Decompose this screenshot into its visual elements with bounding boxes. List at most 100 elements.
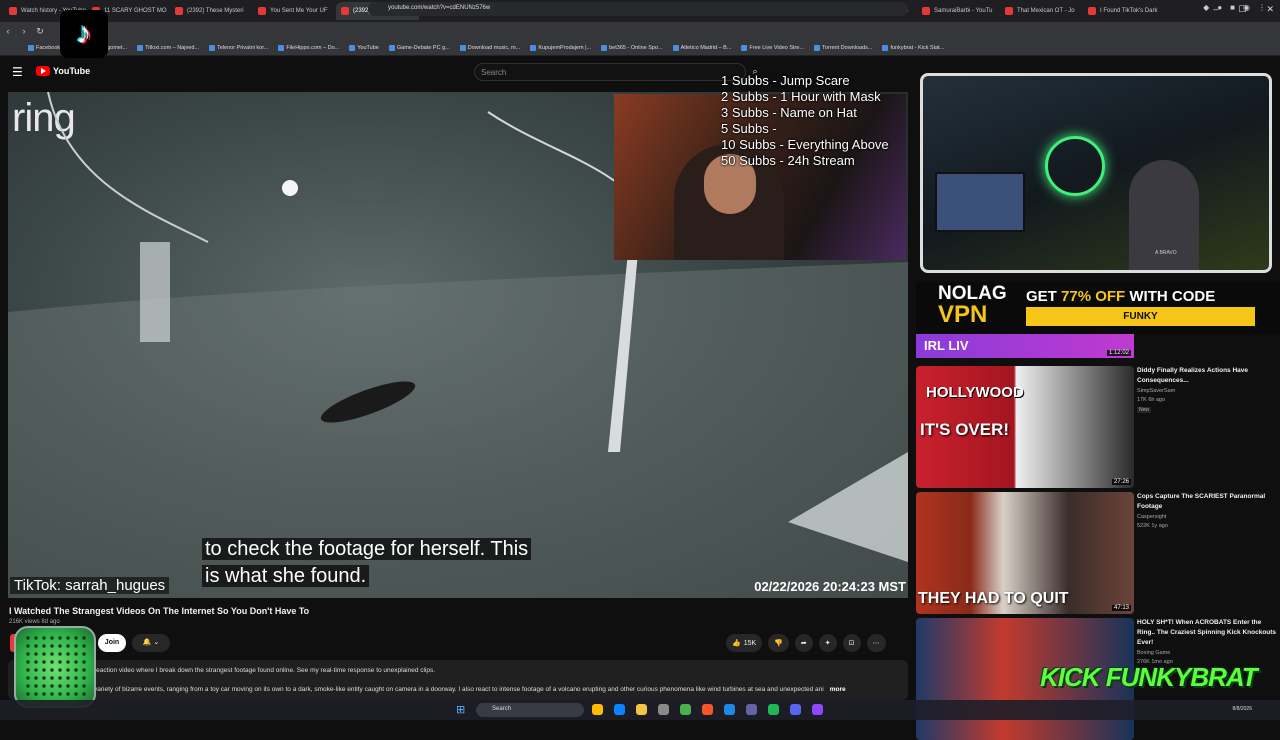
video-duration: 27:26 — [1111, 479, 1131, 485]
back-icon[interactable]: ‹ — [0, 26, 16, 36]
bookmark-item[interactable]: FileHippo.com – Do... — [278, 44, 339, 51]
windows-start-icon[interactable]: ⊞ — [456, 703, 465, 716]
like-button[interactable]: 👍 15K — [726, 634, 763, 652]
teams-icon[interactable] — [746, 704, 757, 715]
taskbar-search-label: Search — [492, 706, 512, 712]
bookmark-item[interactable]: YouTube — [349, 44, 379, 51]
vpn-logo-line2: VPN — [938, 301, 988, 328]
url-text: youtube.com/watch?v=cdENUNz576w — [388, 5, 491, 11]
brave-icon[interactable] — [702, 704, 713, 715]
menu-icon[interactable]: ⋮ — [1258, 3, 1266, 12]
video-duration: 1:12:02 — [1106, 350, 1131, 356]
bookmark-favicon-icon — [208, 44, 215, 51]
profile-icon[interactable]: ◉ — [1243, 3, 1250, 12]
share-button[interactable]: ➦ — [794, 634, 813, 652]
store-icon[interactable] — [658, 704, 669, 715]
camera-timestamp: 02/22/2026 20:24:23 MST — [754, 579, 906, 594]
bookmark-item[interactable]: KupujemProdajem |... — [530, 44, 592, 51]
youtube-favicon-icon — [341, 7, 349, 15]
clip-button[interactable]: ✦ — [818, 634, 837, 652]
more-link[interactable]: more — [830, 686, 846, 693]
vpn-ad-banner[interactable]: NOLAG VPN GET 77% OFF WITH CODE FUNKY — [916, 282, 1280, 334]
discord-icon[interactable] — [790, 704, 801, 715]
extension-icon[interactable]: ◆ — [1203, 3, 1209, 12]
taskbar-apps — [592, 704, 823, 715]
folder-icon[interactable] — [636, 704, 647, 715]
app-icon[interactable] — [724, 704, 735, 715]
join-button[interactable]: Join — [98, 634, 126, 652]
bookmark-favicon-icon — [349, 44, 356, 51]
forward-icon[interactable]: › — [16, 26, 32, 36]
bookmark-item[interactable]: Telenor Privatni kor... — [208, 44, 268, 51]
browser-tab[interactable]: SamuraiBarbi - YouTu — [917, 2, 1000, 20]
recommendation-title[interactable]: Diddy Finally Realizes Actions Have Cons… — [1137, 366, 1277, 386]
taskbar-search[interactable]: Search — [476, 703, 584, 717]
more-actions-button[interactable]: ⋯ — [866, 634, 886, 652]
bookmark-icon: ⊡ — [848, 640, 855, 647]
video-meta: 522K 1y ago — [1137, 523, 1168, 529]
browser-tab[interactable]: You Sent Me Your UF — [253, 2, 336, 20]
extension-icon[interactable]: ■ — [1230, 3, 1235, 12]
sparkle-icon: ✦ — [824, 640, 831, 647]
recommendation-thumbnail[interactable]: HOLLYWOOD IT'S OVER! 27:26 — [916, 366, 1134, 488]
bookmark-item[interactable]: Free Live Video Stre... — [741, 44, 805, 51]
bookmark-label: Titloxi.com – Najved... — [145, 44, 199, 51]
recommendation-title[interactable]: Cops Capture The SCARIEST Paranormal Foo… — [1137, 492, 1277, 512]
file-explorer-icon[interactable] — [592, 704, 603, 715]
search-input[interactable]: Search — [474, 63, 746, 81]
recommendation-thumbnail[interactable]: THEY HAD TO QUIT 47:13 — [916, 492, 1134, 614]
dislike-button[interactable]: 👎 — [768, 634, 789, 652]
youtube-favicon-icon — [258, 7, 266, 15]
bookmark-item[interactable]: Facebook — [28, 44, 61, 51]
browser-tab[interactable]: (2392) These Mysteri — [170, 2, 253, 20]
bookmark-item[interactable]: Torrent Downloads... — [814, 44, 872, 51]
bookmark-item[interactable]: Download music, m... — [459, 44, 520, 51]
bookmark-favicon-icon — [388, 44, 395, 51]
bookmark-label: Facebook — [36, 44, 61, 51]
spotify-icon[interactable] — [768, 704, 779, 715]
recommendation-thumbnail[interactable]: IRL LIV 1:12:02 — [916, 334, 1134, 358]
bookmark-item[interactable]: Titloxi.com – Najved... — [137, 44, 199, 51]
bookmark-item[interactable]: funkybrat - Kick Stat... — [882, 44, 944, 51]
slime-jar-overlay — [14, 626, 96, 708]
recommendation-title[interactable]: HOLY SH*T! When ACROBATS Enter the Ring.… — [1137, 618, 1277, 648]
youtube-logo[interactable]: YouTube — [36, 66, 90, 76]
browser-tab[interactable]: That Mexican OT - Jo — [1000, 2, 1083, 20]
close-icon[interactable]: ✕ — [1266, 4, 1274, 15]
bookmark-favicon-icon — [601, 44, 608, 51]
youtube-favicon-icon — [1088, 7, 1096, 15]
bookmarks-bar: FacebookRezultati nogomet...Titloxi.com … — [0, 40, 1280, 56]
channel-name[interactable]: Caspersight — [1137, 514, 1166, 520]
bookmark-label: Free Live Video Stre... — [749, 44, 805, 51]
thumbs-up-icon: 👍 — [732, 640, 741, 647]
reload-icon[interactable]: ↻ — [32, 26, 48, 37]
channel-name[interactable]: SimpSaverSam — [1137, 388, 1175, 394]
bookmark-label: KupujemProdajem |... — [538, 44, 592, 51]
hamburger-menu-icon[interactable]: ☰ — [12, 65, 23, 79]
url-bar[interactable]: youtube.com/watch?v=cdENUNz576w — [368, 2, 908, 16]
goal-line: 10 Subbs - Everything Above — [721, 137, 889, 152]
video-meta: 17K 6h ago — [1137, 397, 1166, 403]
chrome-icon[interactable] — [680, 704, 691, 715]
goal-line: 2 Subbs - 1 Hour with Mask — [721, 89, 881, 104]
app-icon[interactable] — [812, 704, 823, 715]
bookmark-item[interactable]: bet365 - Online Spo... — [601, 44, 663, 51]
goal-line: 5 Subbs - — [721, 121, 777, 136]
extension-icon[interactable]: ● — [1217, 3, 1222, 12]
tab-label: That Mexican OT - Jo — [1017, 8, 1075, 14]
tab-label: You Sent Me Your UF — [270, 8, 328, 14]
save-button[interactable]: ⊡ — [842, 634, 861, 652]
browser-tab[interactable]: I Found TikTok's Dark — [1083, 2, 1166, 20]
thumbnail-text: IT'S OVER! — [920, 420, 1010, 439]
goal-line: 50 Subbs - 24h Stream — [721, 153, 855, 168]
description-box[interactable] — [8, 660, 908, 700]
description-text: variety of bizarre events, ranging from … — [94, 686, 824, 693]
new-badge: New — [1137, 407, 1152, 413]
youtube-favicon-icon — [1005, 7, 1013, 15]
bookmark-item[interactable]: Atletico Madrid – B... — [672, 44, 731, 51]
edge-icon[interactable] — [614, 704, 625, 715]
bookmark-item[interactable]: Game-Debate PC g... — [388, 44, 450, 51]
tab-label: (2392) These Mysteri — [187, 8, 244, 14]
notification-bell-button[interactable]: 🔔 ⌄ — [132, 634, 170, 652]
channel-name[interactable]: Boxing Game — [1137, 650, 1170, 656]
